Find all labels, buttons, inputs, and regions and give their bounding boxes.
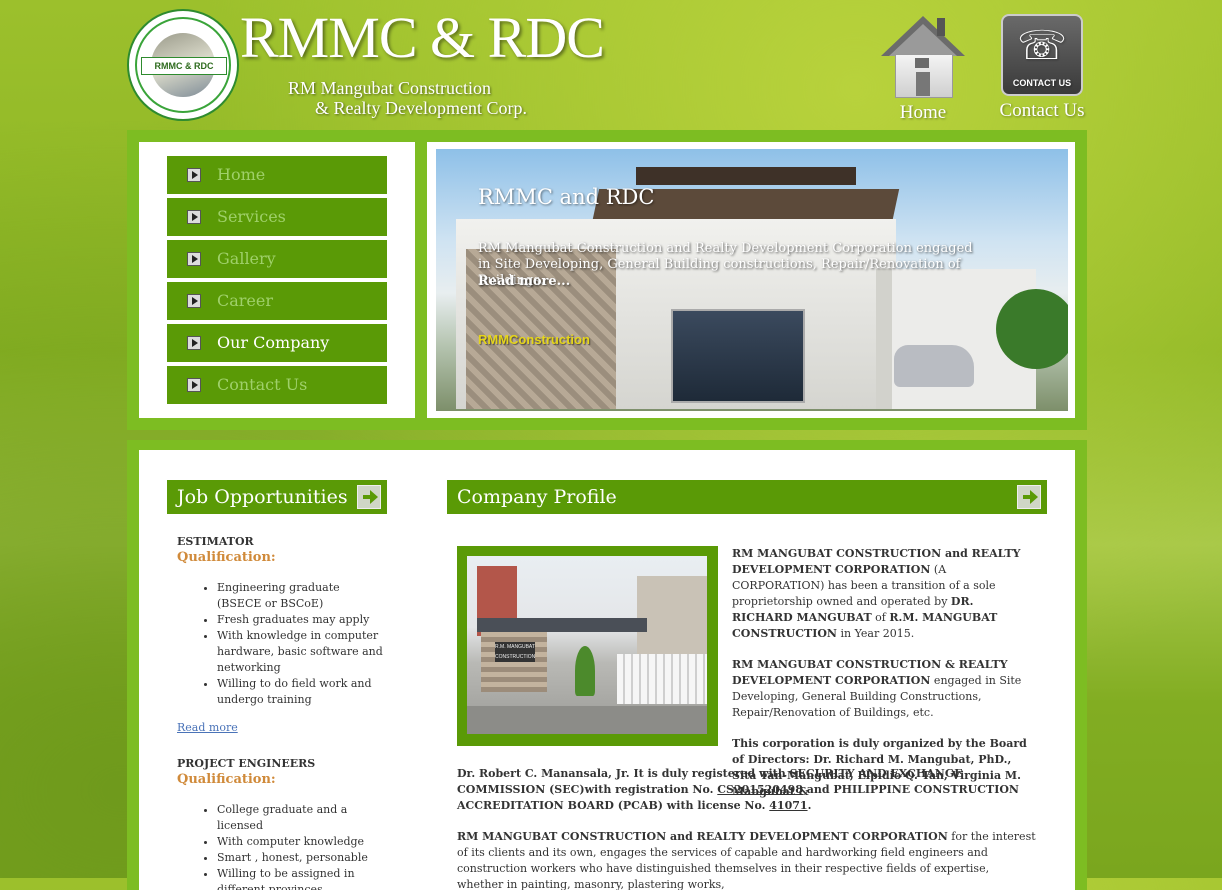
profile-paragraph: RM MANGUBAT CONSTRUCTION and REALTY DEVE… bbox=[457, 830, 1036, 890]
profile-paragraph: Dr. Robert C. Manansala, Jr. It is duly … bbox=[457, 767, 1019, 812]
nav-item-gallery[interactable]: Gallery bbox=[167, 240, 387, 278]
site-subtitle-line2: & Realty Development Corp. bbox=[315, 98, 527, 118]
arrow-right-icon bbox=[187, 294, 201, 308]
arrow-right-icon bbox=[187, 252, 201, 266]
qualification-label: Qualification: bbox=[177, 772, 276, 787]
sec-registration-number: CS201520498 bbox=[717, 783, 803, 796]
arrow-right-icon bbox=[187, 210, 201, 224]
nav-item-label: Contact Us bbox=[217, 375, 308, 394]
company-logo[interactable]: RMMC & RDC bbox=[127, 9, 239, 121]
header-home-label: Home bbox=[899, 102, 947, 123]
job-title: PROJECT ENGINEERS bbox=[177, 757, 316, 770]
site-title: RMMC & RDC bbox=[240, 5, 605, 70]
site-subtitle-line1: RM Mangubat Construction bbox=[288, 78, 491, 98]
company-profile-title: Company Profile bbox=[457, 486, 617, 508]
nav-item-label: Home bbox=[217, 165, 266, 184]
header-contact-link[interactable]: ☏ CONTACT US Contact Us bbox=[996, 14, 1088, 122]
phone-icon-caption: CONTACT US bbox=[1012, 78, 1072, 88]
list-item: With knowledge in computer hardware, bas… bbox=[217, 628, 387, 676]
list-item: With computer knowledge bbox=[217, 834, 387, 850]
nav-item-label: Gallery bbox=[217, 249, 276, 268]
qualification-list: College graduate and a licensed With com… bbox=[177, 802, 387, 890]
logo-badge: RMMC & RDC bbox=[141, 57, 227, 75]
main-panel: Job Opportunities ESTIMATOR Qualificatio… bbox=[127, 440, 1087, 890]
company-profile-text-continued: Dr. Robert C. Manansala, Jr. It is duly … bbox=[457, 766, 1037, 890]
slide-tag: RMMConstruction bbox=[478, 332, 590, 347]
job-read-more-link[interactable]: Read more bbox=[177, 720, 238, 736]
header-contact-label: Contact Us bbox=[999, 100, 1085, 121]
arrow-right-icon bbox=[187, 378, 201, 392]
arrow-right-icon bbox=[187, 336, 201, 350]
nav-item-contact-us[interactable]: Contact Us bbox=[167, 366, 387, 404]
slide-read-more-link[interactable]: Read more... bbox=[478, 274, 570, 289]
nav-item-home[interactable]: Home bbox=[167, 156, 387, 194]
image-slider: RMMC and RDC RM Mangubat Construction an… bbox=[427, 142, 1075, 418]
header-home-link[interactable]: Home bbox=[876, 14, 970, 124]
profile-paragraph: RM MANGUBAT CONSTRUCTION and REALTY DEVE… bbox=[732, 547, 1021, 640]
job-opportunities-heading: Job Opportunities bbox=[167, 480, 387, 514]
slide-title: RMMC and RDC bbox=[478, 185, 655, 209]
nav-item-label: Services bbox=[217, 207, 286, 226]
profile-paragraph: RM MANGUBAT CONSTRUCTION & REALTY DEVELO… bbox=[732, 658, 1022, 719]
phone-icon: ☏ CONTACT US bbox=[1001, 14, 1083, 96]
list-item: Willing to do field work and undergo tra… bbox=[217, 676, 387, 708]
main-navigation: Home Services Gallery Career Our Company… bbox=[139, 142, 415, 418]
qualification-label: Qualification: bbox=[177, 550, 276, 565]
slide-house-photo[interactable]: RMMC and RDC RM Mangubat Construction an… bbox=[436, 149, 1068, 411]
list-item: Engineering graduate (BSECE or BSCoE) bbox=[217, 580, 387, 612]
qualification-list: Engineering graduate (BSECE or BSCoE) Fr… bbox=[177, 580, 387, 708]
main-content: Job Opportunities ESTIMATOR Qualificatio… bbox=[139, 450, 1075, 890]
company-building-photo: R.M. MANGUBAT CONSTRUCTION bbox=[457, 546, 718, 746]
nav-item-career[interactable]: Career bbox=[167, 282, 387, 320]
list-item: College graduate and a licensed bbox=[217, 802, 387, 834]
job-title: ESTIMATOR bbox=[177, 535, 254, 548]
building-sign: R.M. MANGUBAT CONSTRUCTION bbox=[495, 642, 536, 662]
arrow-right-icon bbox=[187, 168, 201, 182]
job-opportunities-title: Job Opportunities bbox=[177, 486, 348, 508]
nav-item-label: Career bbox=[217, 291, 274, 310]
list-item: Fresh graduates may apply bbox=[217, 612, 387, 628]
list-item: Willing to be assigned in different prov… bbox=[217, 866, 387, 890]
arrow-right-icon[interactable] bbox=[357, 485, 381, 509]
pcab-license-number: 41071 bbox=[769, 799, 808, 812]
job-item: PROJECT ENGINEERS Qualification: College… bbox=[177, 756, 387, 890]
job-item: ESTIMATOR Qualification: Engineering gra… bbox=[177, 534, 387, 736]
nav-item-services[interactable]: Services bbox=[167, 198, 387, 236]
nav-item-our-company[interactable]: Our Company bbox=[167, 324, 387, 362]
job-list: ESTIMATOR Qualification: Engineering gra… bbox=[177, 534, 387, 890]
list-item: Smart , honest, personable bbox=[217, 850, 387, 866]
nav-item-label: Our Company bbox=[217, 333, 330, 352]
top-panel: Home Services Gallery Career Our Company… bbox=[127, 130, 1087, 430]
company-profile-heading: Company Profile bbox=[447, 480, 1047, 514]
home-icon bbox=[881, 14, 965, 98]
arrow-right-icon[interactable] bbox=[1017, 485, 1041, 509]
